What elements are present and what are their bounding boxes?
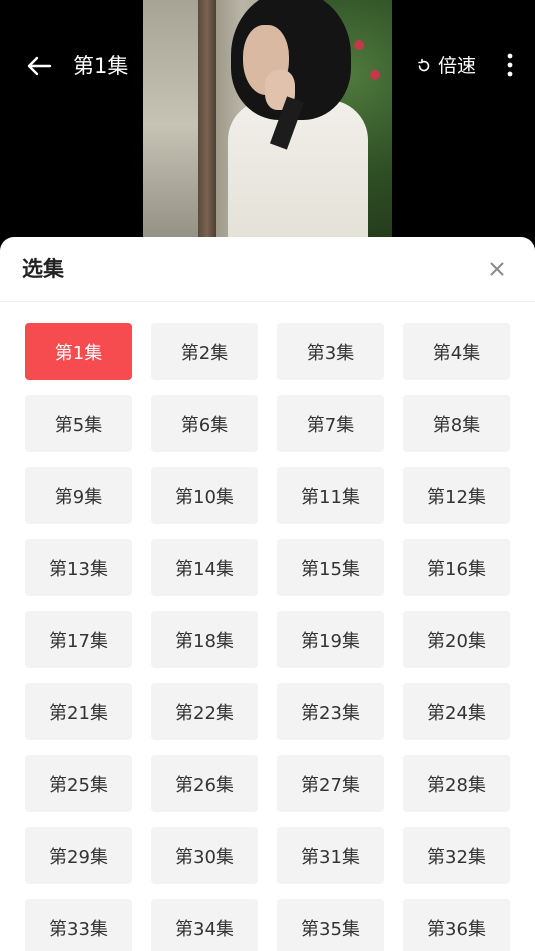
episode-button[interactable]: 第20集: [403, 611, 510, 668]
episode-button[interactable]: 第10集: [151, 467, 258, 524]
speed-button[interactable]: 倍速: [416, 51, 476, 81]
episode-button[interactable]: 第11集: [277, 467, 384, 524]
episode-button[interactable]: 第23集: [277, 683, 384, 740]
episode-button[interactable]: 第16集: [403, 539, 510, 596]
episode-button[interactable]: 第21集: [25, 683, 132, 740]
episode-button[interactable]: 第13集: [25, 539, 132, 596]
episode-button[interactable]: 第28集: [403, 755, 510, 812]
episode-button[interactable]: 第19集: [277, 611, 384, 668]
back-button[interactable]: [24, 52, 54, 80]
episode-button[interactable]: 第30集: [151, 827, 258, 884]
speed-label: 倍速: [438, 55, 477, 77]
episode-title: 第1集: [73, 54, 129, 78]
episode-button[interactable]: 第9集: [25, 467, 132, 524]
episode-button[interactable]: 第4集: [403, 323, 510, 380]
episode-selector-sheet: 选集 第1集 第2集 第3集 第4集 第5集 第6集 第7集 第8集 第9集 第10集 第11集 第1…: [0, 237, 535, 951]
episode-button-selected[interactable]: 第1集: [25, 323, 132, 380]
episode-button[interactable]: 第22集: [151, 683, 258, 740]
episode-button[interactable]: 第32集: [403, 827, 510, 884]
episode-button[interactable]: 第24集: [403, 683, 510, 740]
rotate-icon: [416, 58, 432, 74]
player-topbar: 第1集 倍速: [0, 38, 535, 94]
video-person-shirt: [228, 100, 368, 250]
back-arrow-icon: [27, 56, 52, 76]
more-vertical-icon: [507, 53, 513, 77]
episode-button[interactable]: 第34集: [151, 899, 258, 951]
episode-button[interactable]: 第14集: [151, 539, 258, 596]
episode-button[interactable]: 第31集: [277, 827, 384, 884]
episode-button[interactable]: 第8集: [403, 395, 510, 452]
episode-button[interactable]: 第35集: [277, 899, 384, 951]
app-screen: 第1集 倍速 选集 第1集 第2集 第3集 第4集 第5集 第6集 第7集 第8…: [0, 0, 535, 951]
episode-button[interactable]: 第33集: [25, 899, 132, 951]
more-options-button[interactable]: [500, 50, 520, 80]
episode-button[interactable]: 第7集: [277, 395, 384, 452]
sheet-title: 选集: [22, 257, 64, 281]
episode-button[interactable]: 第36集: [403, 899, 510, 951]
episode-button[interactable]: 第15集: [277, 539, 384, 596]
close-icon: [490, 262, 504, 276]
episode-button[interactable]: 第17集: [25, 611, 132, 668]
episode-grid: 第1集 第2集 第3集 第4集 第5集 第6集 第7集 第8集 第9集 第10集 第11集 第12集第…: [25, 323, 510, 951]
episode-button[interactable]: 第3集: [277, 323, 384, 380]
sheet-header: 选集: [0, 237, 535, 302]
episode-button[interactable]: 第27集: [277, 755, 384, 812]
episode-button[interactable]: 第18集: [151, 611, 258, 668]
episode-button[interactable]: 第6集: [151, 395, 258, 452]
episode-button[interactable]: 第12集: [403, 467, 510, 524]
episode-button[interactable]: 第29集: [25, 827, 132, 884]
episode-button[interactable]: 第25集: [25, 755, 132, 812]
episode-button[interactable]: 第5集: [25, 395, 132, 452]
close-button[interactable]: [485, 257, 509, 281]
episode-button[interactable]: 第26集: [151, 755, 258, 812]
episode-button[interactable]: 第2集: [151, 323, 258, 380]
